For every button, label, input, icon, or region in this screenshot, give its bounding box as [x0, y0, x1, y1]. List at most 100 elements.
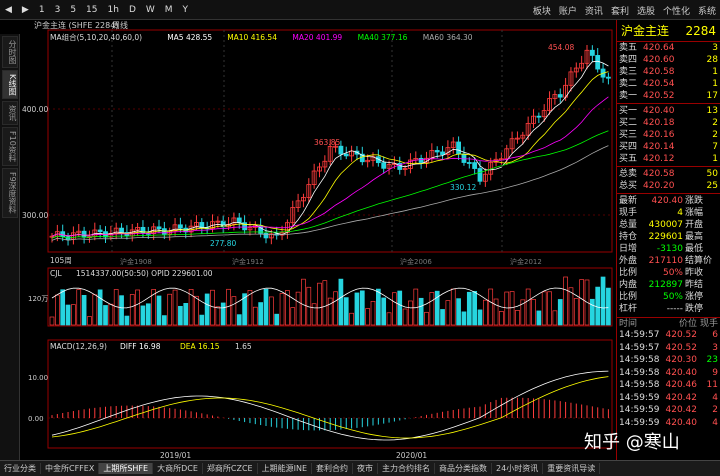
- exchange-tab-4[interactable]: 郑商所CZCE: [203, 463, 258, 474]
- period-button-2[interactable]: 1: [39, 5, 45, 15]
- volume-bar: [60, 289, 66, 326]
- exchange-tab-1[interactable]: 中金所CFFEX: [41, 463, 100, 474]
- trade-qty: 23: [706, 355, 718, 365]
- left-tab-3[interactable]: F10资料: [2, 127, 18, 167]
- period-button-6[interactable]: 1h: [108, 5, 119, 15]
- bid-book: 买一 420.40 13 买二 420.18 2 买三 420.16 2 买四 420.14 7 买五 4…: [617, 105, 720, 165]
- exchange-tab-3[interactable]: 大商所DCE: [153, 463, 203, 474]
- row-price: 420.14: [643, 142, 675, 152]
- stat-label-2: 涨停: [685, 292, 704, 302]
- volume-bar: [557, 299, 563, 326]
- exchange-tab-9[interactable]: 商品分类指数: [435, 463, 493, 474]
- volume-bar: [547, 291, 552, 326]
- left-tab-4[interactable]: F9深度资料: [2, 168, 18, 218]
- stat-label-2: 昨收: [685, 268, 704, 278]
- macd-value-1: DEA 16.15: [180, 342, 220, 351]
- exchange-tab-10[interactable]: 24小时资讯: [492, 463, 544, 474]
- menu-item-2[interactable]: 资讯: [585, 4, 603, 17]
- volume-bar: [536, 310, 542, 326]
- volume-bar: [509, 291, 515, 326]
- volume-bar: [488, 288, 494, 326]
- period-button-8[interactable]: W: [146, 5, 155, 15]
- exchange-tab-0[interactable]: 行业分类: [0, 463, 41, 474]
- left-tab-1[interactable]: K线图: [2, 70, 18, 100]
- period-button-5[interactable]: 15: [86, 5, 97, 15]
- volume-bar: [573, 298, 579, 326]
- trade-time: 14:59:59: [619, 405, 660, 415]
- menu-item-3[interactable]: 套利: [611, 4, 629, 17]
- menu-item-4[interactable]: 选股: [637, 4, 655, 17]
- candle-body: [536, 115, 542, 118]
- menu-item-1[interactable]: 账户: [559, 4, 577, 17]
- menu-item-6[interactable]: 系统: [698, 4, 716, 17]
- annotation-low1: 277.80: [210, 239, 236, 248]
- exchange-tab-7[interactable]: 夜市: [353, 463, 379, 474]
- volume-bar: [199, 314, 205, 326]
- exchange-tab-6[interactable]: 套利合约: [312, 463, 354, 474]
- volume-bar: [311, 303, 317, 326]
- volume-bar: [450, 288, 456, 326]
- stat-label-2: 跌停: [685, 304, 704, 314]
- volume-bar: [220, 302, 226, 326]
- stat-label-2: 最高: [685, 232, 704, 242]
- exchange-tab-11[interactable]: 重要资讯导读: [543, 463, 601, 474]
- candle-body: [466, 162, 472, 164]
- period-label: 沪金1908: [120, 257, 152, 266]
- chart-title: 沪金主连 (SHFE 2284): [34, 20, 118, 30]
- left-tab-2[interactable]: 资讯: [2, 101, 18, 126]
- row-label: 卖五: [619, 43, 638, 53]
- stat-row: 日增 -3130 最低: [617, 243, 720, 255]
- trade-row: 14:59:57 420.52 6: [617, 329, 720, 342]
- vol-values: 1514337.00(50:50) OPID 229601.00: [76, 269, 213, 278]
- quote-panel: 沪金主连 2284 卖五 420.64 3 卖四 420.60 28 卖三 420.58 1 卖二…: [616, 20, 720, 460]
- volume-bar: [606, 287, 611, 326]
- stat-row: 比例 50% 昨收: [617, 267, 720, 279]
- stat-row: 总量 430007 开盘: [617, 219, 720, 231]
- stat-value: 420.40: [651, 196, 684, 206]
- period-button-4[interactable]: 5: [70, 5, 76, 15]
- period-button-9[interactable]: M: [165, 5, 173, 15]
- ma-legend-5: MA60 364.30: [423, 33, 473, 42]
- stat-value: 4: [677, 208, 683, 218]
- period-button-1[interactable]: ▶: [22, 5, 29, 15]
- volume-bar: [589, 298, 595, 326]
- trade-time: 14:59:58: [619, 367, 660, 378]
- volume-bar: [322, 280, 328, 326]
- ma-legend-1: MA5 428.55: [167, 33, 212, 42]
- trade-price: 420.40: [665, 367, 698, 378]
- trade-qty: 6: [712, 330, 718, 340]
- volume-bar: [445, 300, 451, 326]
- stat-row: 现手 4 涨幅: [617, 207, 720, 219]
- trade-row: 14:59:59 420.42 4: [617, 392, 720, 405]
- chart-area[interactable]: 沪金主连 (SHFE 2284) 周线 MA组合(5,10,20,40,60,0) M…: [20, 20, 616, 460]
- volume-bar: [71, 304, 76, 326]
- candle-body: [477, 168, 483, 182]
- left-tab-0[interactable]: 分时图: [2, 36, 18, 68]
- volume-bar: [194, 295, 199, 326]
- row-price: 420.40: [643, 106, 675, 116]
- period-button-0[interactable]: ◀: [5, 5, 12, 15]
- trade-row: 14:59:58 420.40 9: [617, 367, 720, 380]
- exchange-tab-8[interactable]: 主力合约排名: [378, 463, 436, 474]
- trade-price: 420.42: [665, 392, 698, 403]
- period-button-7[interactable]: D: [129, 5, 136, 15]
- volume-bar: [338, 278, 344, 326]
- ask-row: 卖四 420.60 28: [617, 54, 720, 66]
- exchange-tab-2[interactable]: 上期所SHFE: [99, 463, 154, 474]
- kline-chart[interactable]: 沪金主连 (SHFE 2284)周线 MA组合(5,10,20,40,60,0) M…: [20, 20, 616, 460]
- trades-head-cell: 现手: [699, 319, 718, 329]
- period-button-3[interactable]: 3: [55, 5, 61, 15]
- candle-body: [381, 162, 387, 169]
- row-label: 总卖: [619, 169, 638, 179]
- candle-body: [434, 150, 440, 153]
- menu-item-0[interactable]: 板块: [533, 4, 551, 17]
- volume-bar: [65, 304, 71, 326]
- period-label: 沪金1912: [232, 257, 264, 266]
- exchange-tab-5[interactable]: 上期能源INE: [258, 463, 313, 474]
- annotation-peak: 363.85: [314, 138, 340, 147]
- period-button-10[interactable]: Y: [183, 5, 189, 15]
- volume-bar: [54, 294, 60, 326]
- volume-bar: [279, 293, 285, 326]
- ma-legend-4: MA40 377.16: [358, 33, 408, 42]
- menu-item-5[interactable]: 个性化: [663, 4, 690, 17]
